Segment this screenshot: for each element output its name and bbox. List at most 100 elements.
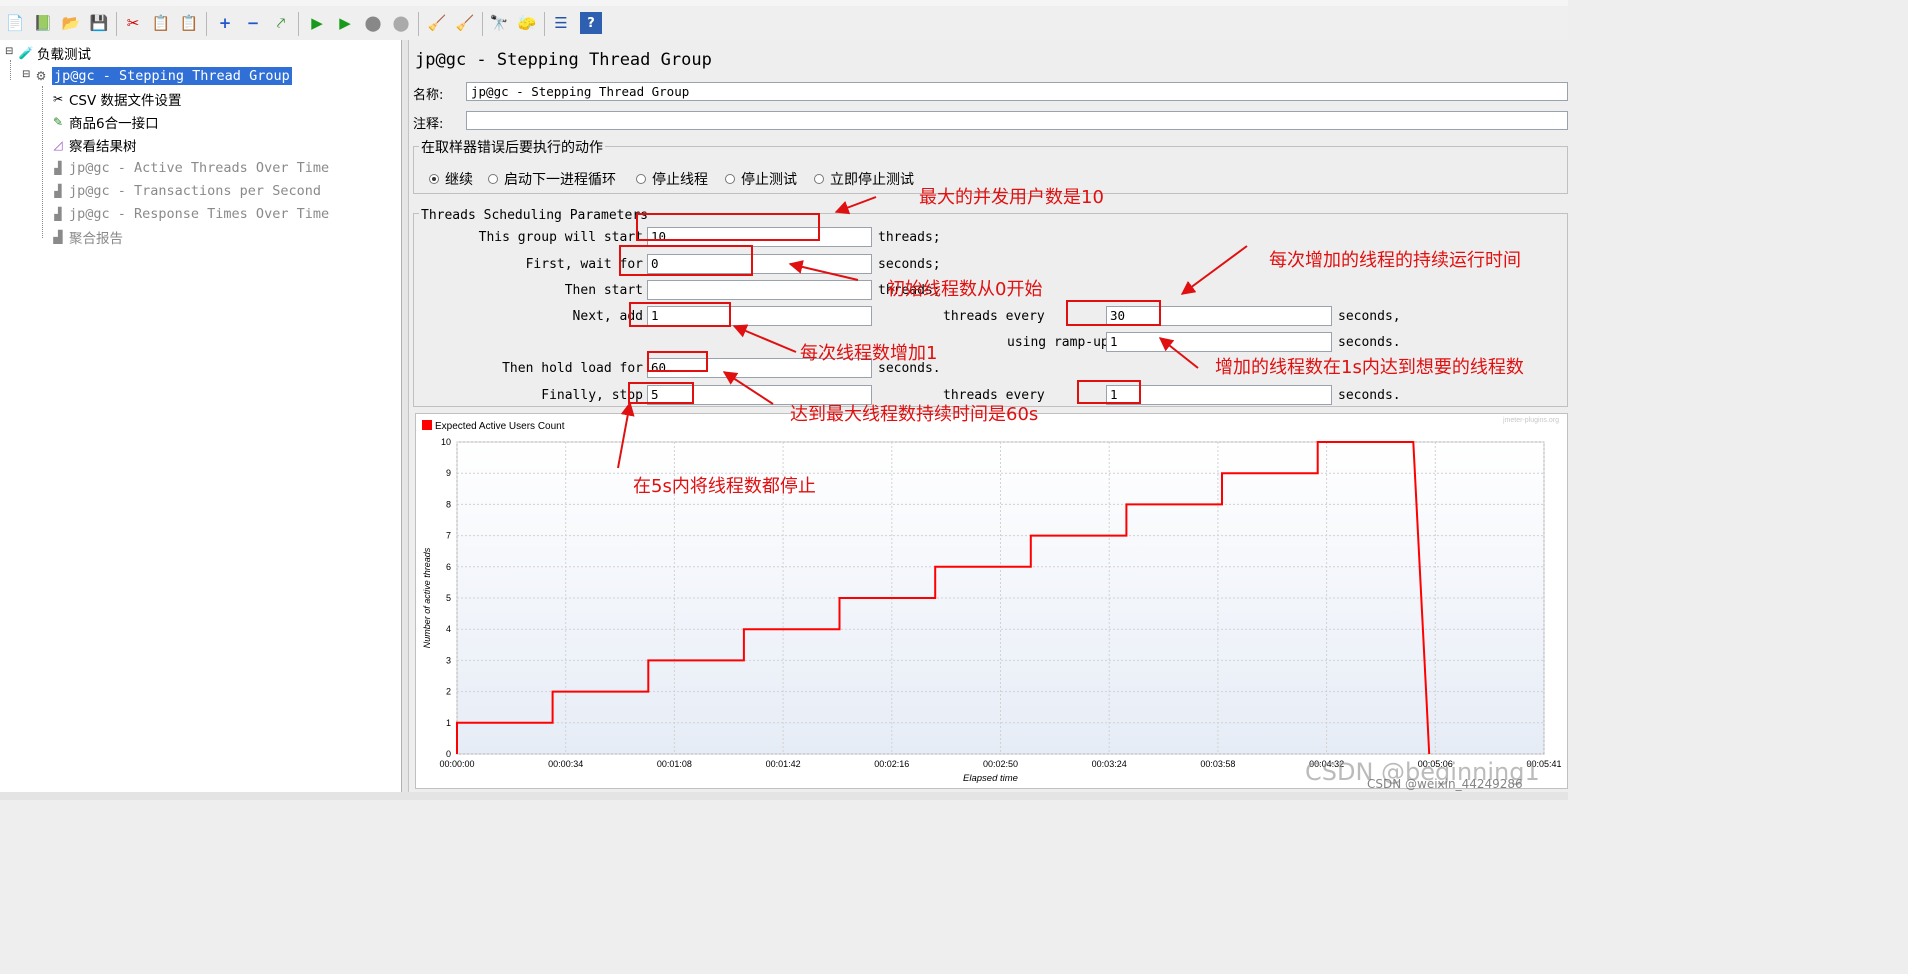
- tree-connector: [10, 60, 11, 80]
- radio-stop-thread[interactable]: 停止线程: [636, 169, 708, 189]
- radio-continue[interactable]: 继续: [429, 169, 473, 189]
- shutdown-icon[interactable]: ⬤: [390, 12, 412, 34]
- clear-icon[interactable]: 🧹: [426, 12, 448, 34]
- help-icon[interactable]: ?: [580, 12, 602, 34]
- annotation-initial-threads: 初始线程数从0开始: [887, 279, 1043, 300]
- start-no-pause-icon[interactable]: ▶: [334, 12, 356, 34]
- annotation-step-duration: 每次增加的线程的持续运行时间: [1269, 250, 1521, 271]
- cut-icon[interactable]: ✂: [122, 12, 144, 34]
- radio-label: 停止线程: [652, 172, 708, 188]
- tree-root-label: 负载测试: [37, 47, 91, 63]
- seconds-unit-label: seconds;: [878, 257, 941, 272]
- radio-start-next-loop[interactable]: 启动下一进程循环: [488, 169, 616, 189]
- copy-icon[interactable]: 📋: [150, 12, 172, 34]
- y-tick-label: 6: [446, 562, 451, 572]
- collapse-toggle-icon[interactable]: ⊟: [5, 46, 13, 57]
- new-icon[interactable]: 📄: [4, 12, 26, 34]
- x-tick-label: 00:03:24: [1092, 759, 1127, 769]
- clear-all-icon[interactable]: 🧹: [454, 12, 476, 34]
- then-start-input[interactable]: [647, 280, 872, 300]
- radio-stop-test[interactable]: 停止测试: [725, 169, 797, 189]
- tree-item-active-threads[interactable]: ▟ jp@gc - Active Threads Over Time: [50, 158, 329, 178]
- graph-icon: ▟: [54, 184, 62, 198]
- start-icon[interactable]: ▶: [306, 12, 328, 34]
- toggle-icon[interactable]: ⤤: [270, 12, 292, 34]
- seconds-unit-label: seconds.: [1338, 388, 1401, 403]
- start-threads-input[interactable]: 10: [647, 227, 872, 247]
- radio-label: 停止测试: [741, 172, 797, 188]
- radio-label: 继续: [445, 172, 473, 188]
- collapse-icon[interactable]: −: [242, 12, 264, 34]
- hold-load-label: Then hold load for: [502, 361, 643, 376]
- expected-users-chart: Expected Active Users Count jmeter-plugin…: [415, 413, 1568, 789]
- x-tick-label: 00:01:08: [657, 759, 692, 769]
- x-tick-label: 00:01:42: [766, 759, 801, 769]
- tree-item-label: CSV 数据文件设置: [69, 93, 182, 109]
- graph-icon: ▟: [54, 161, 62, 175]
- legend-label: Expected Active Users Count: [435, 421, 565, 432]
- x-tick-label: 00:02:50: [983, 759, 1018, 769]
- function-helper-icon[interactable]: ☰: [550, 12, 572, 34]
- tree-root[interactable]: 🧪 负载测试: [18, 43, 91, 63]
- csv-config-icon: ✂: [52, 92, 64, 106]
- tree-item-csv[interactable]: ✂ CSV 数据文件设置: [50, 89, 182, 109]
- page-title: jp@gc - Stepping Thread Group: [415, 50, 712, 70]
- radio-label: 立即停止测试: [830, 172, 914, 188]
- threads-every-input[interactable]: 30: [1106, 306, 1332, 326]
- comment-input[interactable]: [466, 111, 1568, 130]
- paste-icon[interactable]: 📋: [178, 12, 200, 34]
- name-label: 名称:: [413, 88, 444, 103]
- stop-icon[interactable]: ⬤: [362, 12, 384, 34]
- toolbar-separator: [482, 12, 483, 36]
- tree-item-label: jp@gc - Response Times Over Time: [69, 206, 330, 222]
- graph-icon: ▟: [54, 207, 62, 221]
- initial-delay-label: First, wait for: [525, 257, 643, 272]
- tree-item-tps[interactable]: ▟ jp@gc - Transactions per Second: [50, 181, 321, 201]
- rampup-input[interactable]: 1: [1106, 332, 1332, 352]
- gear-icon: ⚙: [35, 69, 47, 83]
- radio-selected-icon: [429, 174, 439, 184]
- tree-item-response-times[interactable]: ▟ jp@gc - Response Times Over Time: [50, 204, 329, 224]
- tree-item-label: jp@gc - Stepping Thread Group: [52, 67, 292, 85]
- tree-item-result-tree[interactable]: ◿ 察看结果树: [50, 135, 136, 155]
- search-icon[interactable]: 🔭: [488, 12, 510, 34]
- threads-unit-label: threads;: [878, 230, 941, 245]
- expand-icon[interactable]: +: [214, 12, 236, 34]
- y-tick-label: 10: [441, 437, 451, 447]
- http-sampler-icon: ✎: [52, 115, 64, 129]
- y-tick-label: 1: [446, 718, 451, 728]
- annotation-rampup: 增加的线程数在1s内达到想要的线程数: [1215, 357, 1524, 378]
- template-icon[interactable]: 📗: [32, 12, 54, 34]
- open-icon[interactable]: 📂: [60, 12, 82, 34]
- radio-icon: [814, 174, 824, 184]
- initial-delay-input[interactable]: 0: [647, 254, 872, 274]
- watermark-small: CSDN @weixin_44249286: [1367, 777, 1523, 791]
- x-tick-label: 00:00:00: [439, 759, 474, 769]
- radio-label: 启动下一进程循环: [504, 172, 616, 188]
- test-plan-icon: 🧪: [18, 46, 34, 60]
- toolbar-separator: [116, 12, 117, 36]
- start-threads-label: This group will start: [478, 230, 643, 245]
- comment-label: 注释:: [413, 117, 444, 132]
- stop-every-input[interactable]: 1: [1106, 385, 1332, 405]
- next-add-input[interactable]: 1: [647, 306, 872, 326]
- radio-stop-test-now[interactable]: 立即停止测试: [814, 169, 914, 189]
- rampup-label: using ramp-up: [1007, 335, 1109, 350]
- split-pane-divider[interactable]: [402, 40, 409, 792]
- radio-icon: [725, 174, 735, 184]
- name-input[interactable]: jp@gc - Stepping Thread Group: [466, 82, 1568, 101]
- collapse-toggle-icon[interactable]: ⊟: [22, 69, 30, 80]
- y-tick-label: 8: [446, 499, 451, 509]
- tree-item-sampler[interactable]: ✎ 商品6合一接口: [50, 112, 159, 132]
- tree-item-aggregate[interactable]: ▟ 聚合报告: [50, 227, 123, 247]
- y-tick-label: 9: [446, 468, 451, 478]
- next-add-label: Next, add: [572, 309, 643, 324]
- save-icon[interactable]: 💾: [88, 12, 110, 34]
- tree-item-thread-group[interactable]: ⚙ jp@gc - Stepping Thread Group: [33, 66, 292, 86]
- annotation-stop-time: 在5s内将线程数都停止: [633, 476, 816, 497]
- tree-item-label: jp@gc - Active Threads Over Time: [69, 160, 330, 176]
- reset-search-icon[interactable]: 🧽: [516, 12, 538, 34]
- error-action-title: 在取样器错误后要执行的动作: [419, 137, 605, 157]
- seconds-unit-label: seconds,: [1338, 309, 1401, 324]
- y-tick-label: 7: [446, 531, 451, 541]
